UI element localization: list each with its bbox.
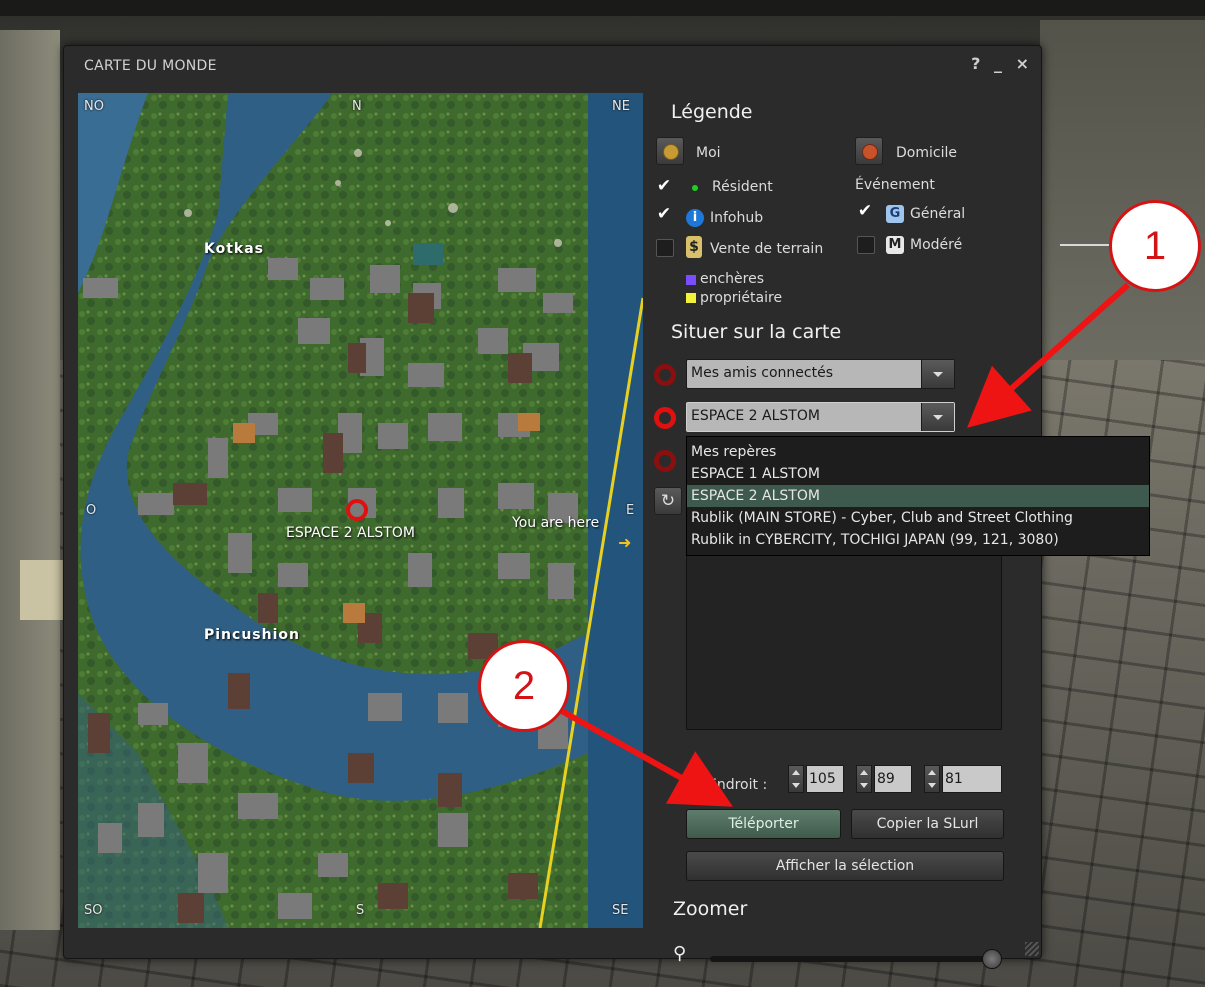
auction-color-swatch — [686, 275, 696, 285]
world-map-view[interactable]: NO N NE O E SO S SE Kotkas Pincushion ES… — [78, 93, 643, 928]
locate-title: Situer sur la carte — [671, 321, 842, 343]
help-button[interactable]: ? — [971, 54, 980, 73]
resident-dot-icon — [692, 185, 698, 191]
legend-title: Légende — [671, 101, 753, 123]
moderate-event-badge-icon: M — [886, 236, 904, 254]
location-z-value[interactable]: 81 — [942, 765, 1002, 793]
me-button[interactable] — [656, 137, 684, 165]
legend-owner-label: propriétaire — [700, 290, 783, 306]
annotation-callout-2: 2 — [478, 640, 570, 732]
compass-w: O — [86, 503, 97, 518]
location-y-value[interactable]: 89 — [874, 765, 912, 793]
landmarks-dropdown-list[interactable]: Mes repères ESPACE 1 ALSTOM ESPACE 2 ALS… — [686, 436, 1150, 556]
general-event-checkbox[interactable]: ✔ — [857, 203, 873, 220]
scene-building — [1040, 20, 1205, 360]
window-controls: ? _ × — [963, 54, 1029, 73]
location-z-spinner[interactable]: 81 — [924, 765, 1004, 793]
resident-checkbox[interactable]: ✔ — [656, 178, 672, 195]
landmarks-combo[interactable]: ESPACE 2 ALSTOM — [686, 402, 955, 432]
zoom-magnifier-icon: ⚲ — [673, 943, 687, 964]
compass-nw: NO — [84, 99, 104, 114]
chevron-down-icon[interactable] — [921, 403, 954, 431]
avatar-icon — [663, 144, 679, 160]
show-selection-button[interactable]: Afficher la sélection — [686, 851, 1004, 881]
compass-se: SE — [612, 903, 629, 918]
resize-handle-icon[interactable] — [1025, 942, 1039, 956]
zoom-title: Zoomer — [673, 898, 748, 920]
spinner-arrows-icon[interactable] — [924, 765, 940, 793]
friends-locate-icon — [654, 364, 676, 386]
search-results-list[interactable] — [686, 553, 1002, 730]
home-icon — [862, 144, 878, 160]
friends-online-combo[interactable]: Mes amis connectés — [686, 359, 955, 389]
region-label-north: Kotkas — [204, 241, 265, 257]
legend-event-title: Événement — [855, 177, 935, 193]
land-sale-checkbox[interactable] — [656, 239, 674, 257]
legend-infohub-label: Infohub — [710, 210, 764, 226]
owner-color-swatch — [686, 293, 696, 303]
location-x-value[interactable]: 105 — [806, 765, 844, 793]
copy-slurl-button[interactable]: Copier la SLurl — [851, 809, 1004, 839]
compass-ne: NE — [612, 99, 630, 114]
legend-general-label: Général — [910, 206, 966, 222]
dropdown-item[interactable]: Mes repères — [687, 441, 1149, 463]
friends-combo-value: Mes amis connectés — [691, 365, 834, 381]
you-are-here-label: You are here — [512, 515, 600, 531]
region-label-south: Pincushion — [204, 627, 300, 643]
infohub-checkbox[interactable]: ✔ — [656, 206, 672, 223]
window-title: CARTE DU MONDE — [84, 58, 217, 74]
moderate-event-checkbox[interactable] — [857, 236, 875, 254]
refresh-icon[interactable]: ↻ — [654, 487, 682, 515]
scene-left-wall — [0, 30, 60, 930]
landmark-marker[interactable] — [346, 499, 368, 521]
you-are-here-arrow-icon: ➜ — [618, 533, 632, 552]
search-locate-icon — [654, 450, 676, 472]
compass-sw: SO — [84, 903, 103, 918]
land-sale-icon: $ — [686, 236, 702, 258]
landmark-locate-icon — [654, 407, 676, 429]
legend-auction-label: enchères — [700, 271, 765, 287]
legend-moderate-label: Modéré — [910, 237, 963, 253]
chevron-down-icon[interactable] — [921, 360, 954, 388]
spinner-arrows-icon[interactable] — [788, 765, 804, 793]
landmark-marker-label: ESPACE 2 ALSTOM — [286, 525, 415, 541]
spinner-arrows-icon[interactable] — [856, 765, 872, 793]
general-event-badge-icon: G — [886, 205, 904, 223]
scene-left-wall-detail — [20, 560, 65, 620]
compass-e: E — [626, 503, 635, 518]
compass-n: N — [352, 99, 362, 114]
infohub-icon: i — [686, 209, 704, 227]
legend-home-label: Domicile — [896, 145, 957, 161]
title-bar[interactable]: CARTE DU MONDE ? _ × — [64, 46, 1041, 86]
legend-resident-label: Résident — [712, 179, 773, 195]
teleport-button[interactable]: Téléporter — [686, 809, 841, 839]
location-label: Endroit : — [708, 777, 768, 793]
landmarks-combo-value: ESPACE 2 ALSTOM — [691, 408, 820, 424]
dropdown-item[interactable]: ESPACE 1 ALSTOM — [687, 463, 1149, 485]
location-y-spinner[interactable]: 89 — [856, 765, 914, 793]
dropdown-item[interactable]: Rublik (MAIN STORE) - Cyber, Club and St… — [687, 507, 1149, 529]
compass-s: S — [356, 903, 365, 918]
dropdown-item-selected[interactable]: ESPACE 2 ALSTOM — [687, 485, 1149, 507]
legend-land-sale-label: Vente de terrain — [710, 241, 824, 257]
legend-me-label: Moi — [696, 145, 721, 161]
zoom-slider-track[interactable] — [710, 956, 992, 962]
minimize-button[interactable]: _ — [994, 54, 1002, 73]
scene-roof — [0, 0, 1205, 16]
home-button[interactable] — [855, 137, 883, 165]
location-x-spinner[interactable]: 105 — [788, 765, 846, 793]
annotation-callout-1: 1 — [1109, 200, 1201, 292]
zoom-slider-handle[interactable] — [982, 949, 1002, 969]
close-button[interactable]: × — [1016, 54, 1029, 73]
dropdown-item[interactable]: Rublik in CYBERCITY, TOCHIGI JAPAN (99, … — [687, 529, 1149, 551]
